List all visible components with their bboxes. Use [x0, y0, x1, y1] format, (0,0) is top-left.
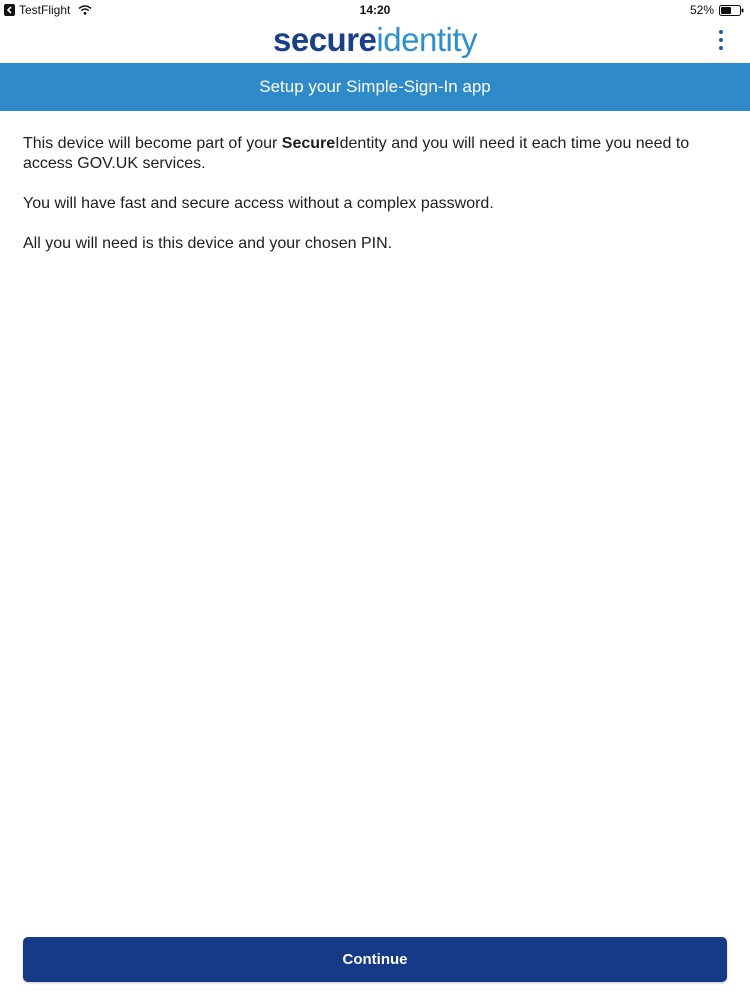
battery-percentage: 52% [689, 3, 714, 17]
secure-bold-text: Secure [281, 135, 336, 152]
status-bar: TestFlight 14:20 52% [0, 0, 750, 20]
screen: TestFlight 14:20 52% secureidentity Setu… [0, 0, 750, 1000]
page-title: Setup your Simple-Sign-In app [259, 77, 491, 96]
intro-content: This device will become part of your Sec… [23, 134, 733, 274]
intro-text-start: This device will become part of your [23, 135, 282, 152]
status-time: 14:20 [359, 3, 391, 17]
intro-paragraph-3: All you will need is this device and you… [23, 235, 393, 252]
intro-paragraph-2: You will have fast and secure access wit… [23, 195, 494, 212]
more-vertical-icon-dot [719, 46, 723, 50]
battery-icon [719, 4, 744, 16]
more-vertical-icon-dot [719, 38, 723, 42]
status-right: 52% [690, 3, 744, 17]
more-vertical-icon [719, 30, 723, 34]
continue-button[interactable]: Continue [23, 937, 727, 982]
logo-secure-text: secure [273, 21, 377, 58]
intro-paragraph-1: This device will become part of your Sec… [23, 134, 733, 174]
app-header: secureidentity [0, 20, 750, 62]
identity-text: Identity [335, 135, 387, 152]
more-options-button[interactable] [716, 30, 726, 50]
page-title-bar: Setup your Simple-Sign-In app [0, 63, 750, 111]
logo-identity-text: identity [376, 21, 477, 58]
secure-identity-logo: secureidentity [0, 20, 750, 60]
